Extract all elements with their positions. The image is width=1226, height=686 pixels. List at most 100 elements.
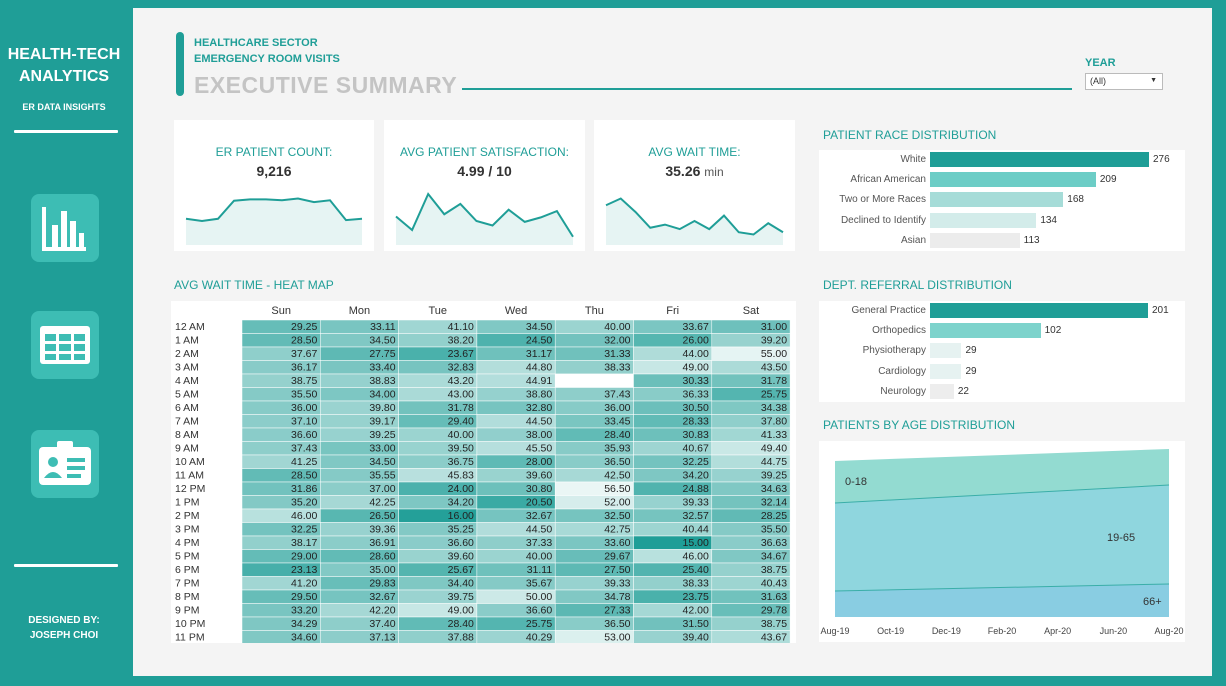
heatmap-cell-value: 32.67 xyxy=(369,591,395,603)
heatmap-cell-value: 34.67 xyxy=(761,551,787,563)
heatmap-cell-value: 42.50 xyxy=(604,470,630,482)
bar-label: Cardiology xyxy=(878,365,926,377)
bar-row: Declined to Identify 134 xyxy=(819,211,1185,231)
heatmap-cell-value: 32.80 xyxy=(526,402,552,414)
heatmap-cell-value: 38.83 xyxy=(369,375,395,387)
heatmap: Sun Mon Tue Wed Thu Fri Sat 12 AM 29.25 33.11 41.1… xyxy=(171,301,796,645)
kpi-unit: min xyxy=(704,165,724,179)
page-title: EXECUTIVE SUMMARY xyxy=(194,72,458,98)
heatmap-cell-value: 32.83 xyxy=(448,362,474,374)
heatmap-cell-value: 40.29 xyxy=(526,632,552,644)
heatmap-day-label: Tue xyxy=(428,305,447,317)
area-band-label: 19-65 xyxy=(1107,532,1135,544)
heatmap-cell-value: 33.00 xyxy=(369,443,395,455)
kpi-label: AVG WAIT TIME: xyxy=(648,145,741,159)
heatmap-cell-value: 32.57 xyxy=(683,510,709,522)
x-tick-label: Aug-19 xyxy=(820,626,849,636)
sparkline xyxy=(395,192,574,245)
heatmap-cell-value: 33.11 xyxy=(370,321,396,333)
heatmap-cell-value: 30.33 xyxy=(683,375,709,387)
brand-subtitle: ER DATA INSIGHTS xyxy=(22,102,106,112)
x-tick-label: Apr-20 xyxy=(1044,626,1071,636)
heatmap-cell-value: 32.25 xyxy=(291,524,317,536)
heatmap-cell-value: 25.75 xyxy=(761,389,787,401)
heatmap-cell-value: 36.63 xyxy=(761,537,787,549)
x-tick-label: Dec-19 xyxy=(932,626,961,636)
heatmap-cell-value: 40.67 xyxy=(683,443,709,455)
heatmap-cell-value: 40.43 xyxy=(761,578,787,590)
year-filter-value: (All) xyxy=(1090,76,1106,86)
heatmap-cell-value: 27.33 xyxy=(604,605,630,617)
bar xyxy=(930,212,1037,228)
bar-value: 134 xyxy=(1040,214,1057,226)
heatmap-cell-value: 39.50 xyxy=(448,443,474,455)
heatmap-cell-value: 42.75 xyxy=(604,524,630,536)
heatmap-cell-value: 31.78 xyxy=(761,375,787,387)
x-tick-label: Jun-20 xyxy=(1100,626,1128,636)
heatmap-day-label: Fri xyxy=(666,305,679,317)
heatmap-cell-value: 50.00 xyxy=(526,591,552,603)
heatmap-hour-label: 4 AM xyxy=(175,375,199,387)
nav-patient-button[interactable] xyxy=(31,430,99,498)
kpi-number: 9,216 xyxy=(256,163,292,179)
bar-label: White xyxy=(900,154,926,165)
heatmap-hour-label: 3 AM xyxy=(175,362,199,374)
heatmap-hour-label: 2 AM xyxy=(175,348,199,360)
x-tick-label: Feb-20 xyxy=(988,626,1017,636)
heatmap-cell-value: 25.75 xyxy=(526,618,552,630)
table-icon xyxy=(40,326,90,364)
nav-table-button[interactable] xyxy=(31,311,99,379)
heatmap-cell-value: 31.86 xyxy=(291,483,317,495)
heatmap-cell-value: 31.17 xyxy=(526,348,552,360)
heatmap-cell-value: 34.63 xyxy=(761,483,787,495)
heatmap-cell-value: 28.00 xyxy=(526,456,552,468)
heatmap-cell-value: 29.00 xyxy=(291,551,317,563)
heatmap-cell-value: 39.60 xyxy=(526,470,552,482)
heatmap-cell-value: 33.20 xyxy=(291,605,317,617)
heatmap-cell-value: 31.33 xyxy=(604,348,630,360)
bar-row: Physiotherapy 29 xyxy=(819,341,1185,361)
heatmap-cell-value: 41.20 xyxy=(291,578,317,590)
heatmap-cell-value: 26.50 xyxy=(369,510,395,522)
bar-label: Orthopedics xyxy=(872,325,926,337)
heatmap-cell-value: 34.50 xyxy=(369,456,395,468)
bar xyxy=(930,192,1064,208)
year-filter-label: YEAR xyxy=(1085,57,1116,69)
heatmap-cell-value: 35.67 xyxy=(526,578,552,590)
heatmap-hour-label: 4 PM xyxy=(175,537,200,549)
heatmap-cell-value: 37.33 xyxy=(526,537,552,549)
heatmap-cell-value: 15.00 xyxy=(683,537,709,549)
heatmap-cell-value: 24.88 xyxy=(683,483,709,495)
heatmap-title: AVG WAIT TIME - HEAT MAP xyxy=(174,278,334,292)
bar-value: 276 xyxy=(1153,154,1170,165)
heatmap-cell-value: 35.93 xyxy=(604,443,630,455)
bar-label: African American xyxy=(850,174,926,186)
heatmap-cell-value: 20.50 xyxy=(526,497,552,509)
heatmap-cell-value: 38.75 xyxy=(761,618,787,630)
heatmap-cell-value: 32.14 xyxy=(761,497,787,509)
heatmap-cell-value: 35.50 xyxy=(761,524,787,536)
heatmap-cell-value: 37.00 xyxy=(369,483,395,495)
year-filter-select[interactable]: (All) ▼ xyxy=(1085,73,1163,90)
heatmap-cell-value: 36.50 xyxy=(604,618,630,630)
heatmap-cell-value: 33.60 xyxy=(604,537,630,549)
kpi-card-patient-count: ER PATIENT COUNT: 9,216 xyxy=(174,120,374,251)
heatmap-cell-value: 39.60 xyxy=(448,551,474,563)
heatmap-cell-value: 43.20 xyxy=(448,375,474,387)
bar-row: Neurology 22 xyxy=(819,382,1185,402)
heatmap-cell-value: 56.50 xyxy=(604,483,630,495)
heatmap-cell-value: 27.75 xyxy=(369,348,395,360)
heatmap-cell-value: 33.45 xyxy=(604,416,630,428)
bar-row: Two or More Races 168 xyxy=(819,190,1185,210)
sidebar-divider-bottom xyxy=(14,564,118,567)
nav-dashboard-button[interactable] xyxy=(31,194,99,262)
heatmap-cell-value: 34.00 xyxy=(369,389,395,401)
heatmap-cell-value: 38.33 xyxy=(683,578,709,590)
heatmap-cell-value: 28.25 xyxy=(761,510,787,522)
heatmap-cell-value: 29.83 xyxy=(369,578,395,590)
heatmap-hour-label: 10 PM xyxy=(175,618,205,630)
heatmap-cell-value: 31.78 xyxy=(448,402,474,414)
bar xyxy=(930,152,1149,167)
bar-label: Neurology xyxy=(880,385,926,397)
referral-bar-chart: General Practice 201 Orthopedics 102 Physiot… xyxy=(819,301,1185,402)
